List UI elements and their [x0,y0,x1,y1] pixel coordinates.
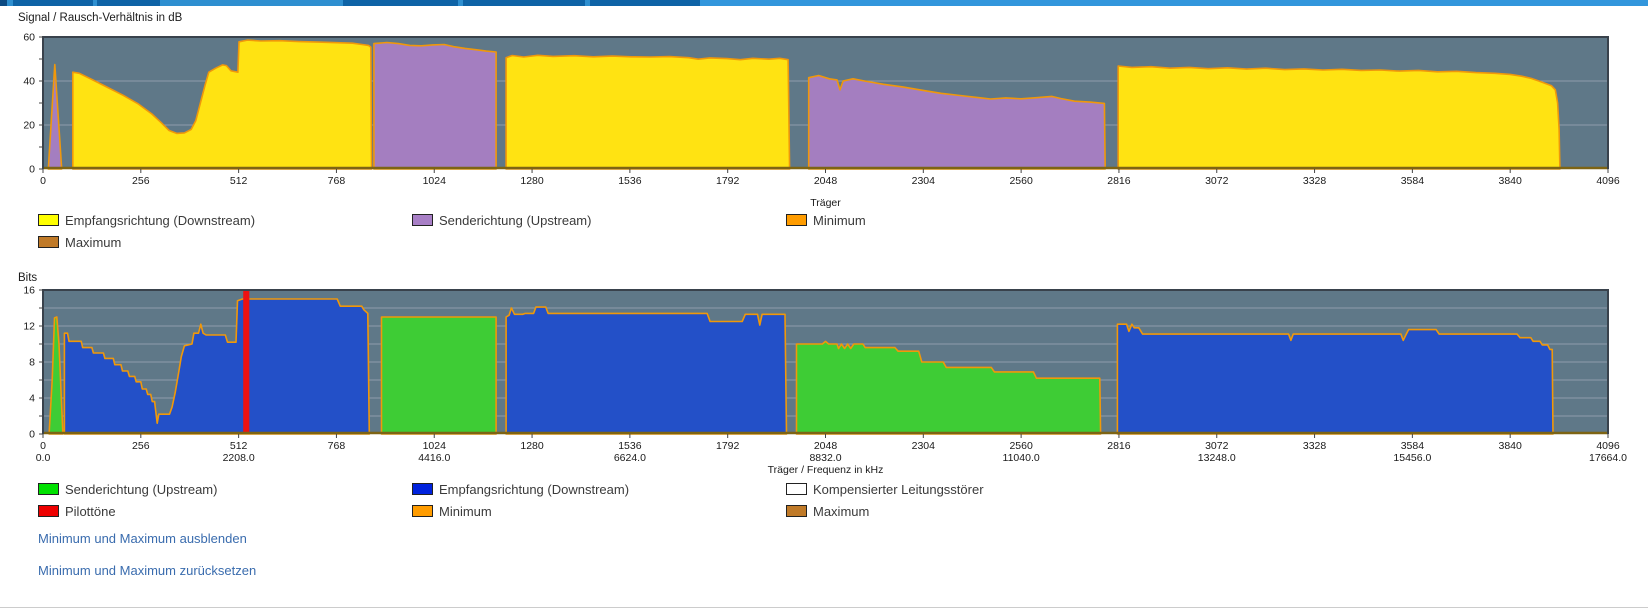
legend-label: Senderichtung (Upstream) [439,212,592,228]
minimum-swatch [412,505,433,517]
axis-label: 3072 [1205,175,1229,187]
axis-label: 2048 [814,175,838,187]
axis-label: 256 [132,175,150,187]
bits-chart-title: Bits [18,272,38,284]
axis-label: 1792 [716,440,740,452]
axis-label: 60 [23,32,35,44]
axis-label: 3072 [1205,440,1229,452]
area-senderichtung-upstream [373,41,497,170]
reset-min-max-link[interactable]: Minimum und Maximum zurücksetzen [38,563,256,578]
empfangsrichtung-downstream-swatch [412,483,433,495]
axis-label: 2560 [1009,440,1033,452]
axis-label: 4096 [1596,175,1620,187]
axis-label: 1024 [423,175,447,187]
legend-label: Maximum [813,503,870,519]
axis-label: 0 [29,164,35,176]
axis-label: 6624.0 [614,452,646,464]
axis-label: 2816 [1107,440,1131,452]
empfangsrichtung-downstream-swatch [38,214,59,226]
axis-label: 0.0 [36,452,51,464]
axis-label: 12 [23,321,35,333]
axis-label: 17664.0 [1589,452,1627,464]
axis-label: 3840 [1499,175,1523,187]
axis-label: 2048 [814,440,838,452]
axis-label: 8 [29,357,35,369]
legend-item-pilott-ne: Pilottöne [38,503,116,519]
axis-label: 4096 [1596,440,1620,452]
axis-label: 3328 [1303,175,1327,187]
area-empfangsrichtung-downstream [1116,323,1554,435]
legend-item-minimum: Minimum [412,503,492,519]
legend-label: Minimum [813,212,866,228]
axis-label: Träger [810,197,841,209]
legend-label: Empfangsrichtung (Downstream) [439,481,630,497]
legend-label: Empfangsrichtung (Downstream) [65,212,256,228]
axis-label: 768 [328,440,346,452]
charts-canvas: 02040600 256 512 768 1024 1280 1536 1792 2048 230… [23,32,1627,477]
legend-item-empfangsrichtung-downstream: Empfangsrichtung (Downstream) [38,212,255,228]
legend-label: Senderichtung (Upstream) [65,481,218,497]
axis-label: 2816 [1107,175,1131,187]
maximum-swatch [786,505,807,517]
axis-label: 3328 [1303,440,1327,452]
maximum-swatch [38,236,59,248]
pilott-ne-swatch [38,505,59,517]
legend-item-maximum: Maximum [786,503,869,519]
axis-label: 256 [132,440,150,452]
axis-label: 2208.0 [223,452,255,464]
axis-label: 2560 [1009,175,1033,187]
hide-min-max-link[interactable]: Minimum und Maximum ausblenden [38,531,247,546]
axis-label: 1280 [520,175,544,187]
minimum-swatch [786,214,807,226]
area-empfangsrichtung-downstream [505,306,788,435]
legend-item-empfangsrichtung-downstream: Empfangsrichtung (Downstream) [412,481,629,497]
axis-label: 1536 [618,175,642,187]
legend-label: Maximum [65,234,122,250]
axis-label: 8832.0 [809,452,841,464]
snr-chart-title: Signal / Rausch-Verhältnis in dB [18,12,183,24]
axis-label: 0 [40,175,46,187]
kompensierter-leitungsst-rer-swatch [786,483,807,495]
axis-label: 15456.0 [1393,452,1431,464]
legend-label: Pilottöne [65,503,116,519]
legend-label: Minimum [439,503,492,519]
axis-label: 3584 [1401,175,1425,187]
area-empfangsrichtung-downstream [505,54,791,170]
axis-label: 3840 [1499,440,1523,452]
axis-label: 20 [23,120,35,132]
axis-label: 4 [29,393,35,405]
senderichtung-upstream-swatch [412,214,433,226]
pilot-tone-bar [243,290,250,434]
senderichtung-upstream-swatch [38,483,59,495]
axis-label: 0 [40,440,46,452]
axis-label: 2304 [912,440,936,452]
axis-label: 16 [23,285,35,297]
axis-label: 13248.0 [1198,452,1236,464]
axis-label: 3584 [1401,440,1425,452]
axis-label: 40 [23,76,35,88]
area-empfangsrichtung-downstream [1117,65,1561,170]
axis-label: 0 [29,429,35,441]
bottom-divider [0,607,1648,608]
legend-item-senderichtung-upstream: Senderichtung (Upstream) [412,212,591,228]
axis-label: 512 [230,440,248,452]
axis-label: 4416.0 [418,452,450,464]
area-senderichtung-upstream [380,316,497,435]
legend-item-kompensierter-leitungsst-rer: Kompensierter Leitungsstörer [786,481,984,497]
axis-label: 512 [230,175,248,187]
axis-label: 2304 [912,175,936,187]
axis-label: 1024 [423,440,447,452]
axis-label: 1536 [618,440,642,452]
axis-label: 768 [328,175,346,187]
legend-item-senderichtung-upstream: Senderichtung (Upstream) [38,481,217,497]
legend-item-maximum: Maximum [38,234,121,250]
axis-label: 11040.0 [1003,452,1040,464]
legend-label: Kompensierter Leitungsstörer [813,481,984,497]
axis-label: 1792 [716,175,740,187]
axis-label: Träger / Frequenz in kHz [768,464,884,476]
legend-item-minimum: Minimum [786,212,866,228]
axis-label: 1280 [520,440,544,452]
